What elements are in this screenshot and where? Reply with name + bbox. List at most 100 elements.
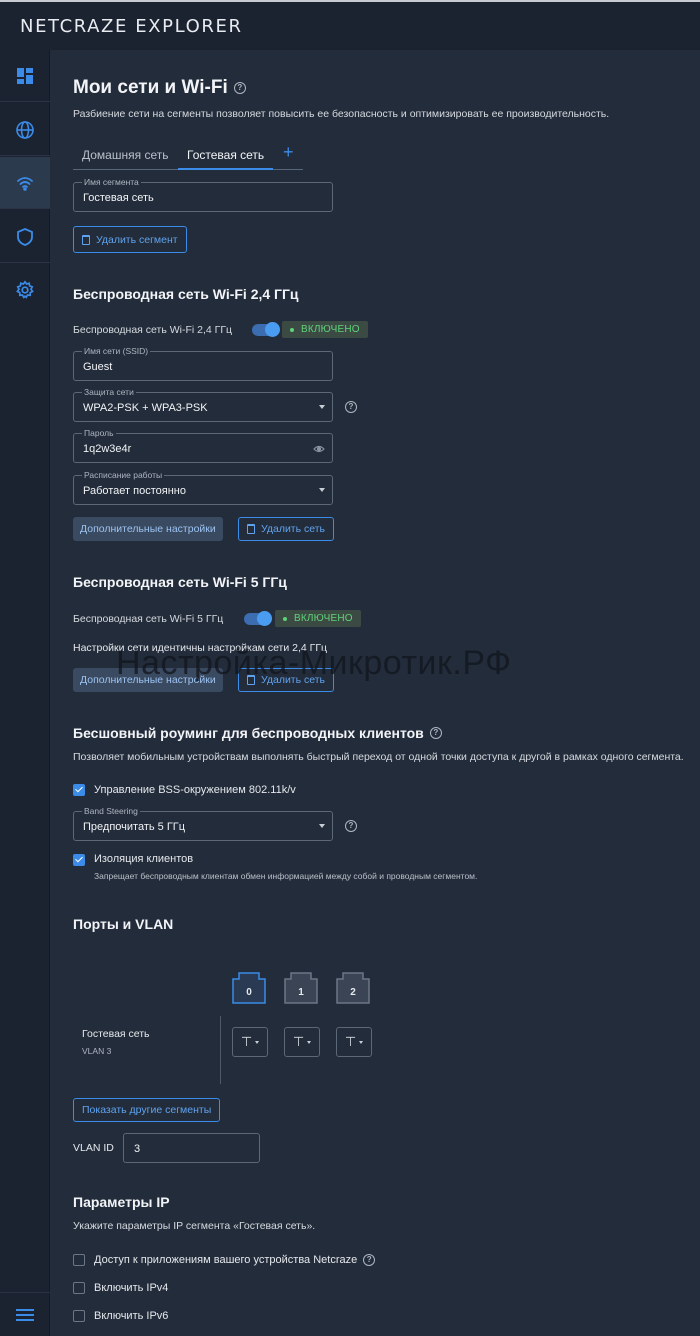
- trash-icon: [247, 524, 255, 534]
- bss-checkbox[interactable]: [73, 784, 85, 796]
- band-steering-help-icon[interactable]: ?: [345, 820, 357, 832]
- wifi24-toggle-label: Беспроводная сеть Wi-Fi 2,4 ГГц: [73, 324, 233, 336]
- page-title-text: Мои сети и Wi-Fi: [73, 77, 228, 98]
- password-field[interactable]: Пароль 1q2w3e4r: [73, 428, 333, 463]
- chevron-down-icon: [359, 1040, 364, 1044]
- ipv4-checkbox[interactable]: [73, 1282, 85, 1294]
- sidebar-item-wifi[interactable]: [0, 157, 50, 209]
- segment-name-value: Гостевая сеть: [83, 192, 154, 204]
- sidebar: [0, 50, 50, 1336]
- vlan-id-value: 3: [134, 1143, 141, 1155]
- segment-name-field[interactable]: Имя сегмента Гостевая сеть: [73, 177, 333, 212]
- chevron-down-icon: [255, 1040, 260, 1044]
- shield-icon: [17, 227, 33, 246]
- tag-icon: ⊤: [292, 1034, 305, 1049]
- port-2-label: 2: [350, 987, 356, 998]
- security-select[interactable]: Защита сети WPA2-PSK + WPA3-PSK: [73, 387, 333, 422]
- app-access-label: Доступ к приложениям вашего устройства N…: [94, 1254, 358, 1266]
- main-content: Мои сети и Wi-Fi ? Разбиение сети на сег…: [50, 50, 700, 1336]
- toggle-knob: [257, 611, 272, 626]
- port-1-tag-select[interactable]: ⊤: [284, 1027, 320, 1057]
- port-0[interactable]: 0: [230, 972, 268, 1004]
- port-1-label: 1: [298, 987, 304, 998]
- chevron-down-icon: [319, 824, 325, 828]
- ports-heading: Порты и VLAN: [73, 916, 174, 932]
- isolation-label: Изоляция клиентов: [94, 853, 194, 865]
- security-help-icon[interactable]: ?: [345, 401, 357, 413]
- show-other-segments-button[interactable]: Показать другие сегменты: [73, 1098, 221, 1122]
- roaming-help-icon[interactable]: ?: [429, 727, 442, 739]
- page-description: Разбиение сети на сегменты позволяет пов…: [73, 108, 610, 120]
- isolation-checkbox[interactable]: [73, 854, 85, 866]
- wifi5-status-badge: ВКЛЮЧЕНО: [275, 610, 361, 627]
- chevron-down-icon: [319, 488, 325, 492]
- app-access-checkbox[interactable]: [73, 1254, 85, 1266]
- tab-guest-network[interactable]: Гостевая сеть: [178, 146, 273, 170]
- eye-icon[interactable]: [313, 443, 325, 455]
- tag-icon: ⊤: [240, 1034, 253, 1049]
- schedule-label: Расписание работы: [82, 470, 165, 480]
- top-bar: NETCRAZE EXPLORER: [0, 0, 700, 50]
- chevron-down-icon: [307, 1040, 312, 1044]
- sidebar-menu-toggle[interactable]: [0, 1292, 50, 1336]
- delete-segment-button[interactable]: Удалить сегмент: [73, 226, 187, 253]
- wifi24-advanced-button[interactable]: Дополнительные настройки: [73, 517, 223, 541]
- bss-label: Управление BSS-окружением 802.11k/v: [94, 784, 296, 796]
- ip-heading: Параметры IP: [73, 1194, 170, 1210]
- band-steering-value: Предпочитать 5 ГГц: [83, 821, 186, 833]
- security-value: WPA2-PSK + WPA3-PSK: [83, 402, 208, 414]
- wifi24-toggle[interactable]: [252, 322, 280, 337]
- wifi24-status-text: ВКЛЮЧЕНО: [301, 324, 360, 335]
- isolation-description: Запрещает беспроводным клиентам обмен ин…: [94, 871, 478, 881]
- delete-segment-label: Удалить сегмент: [96, 233, 178, 246]
- vlan-id-input[interactable]: 3: [123, 1133, 260, 1163]
- wifi24-delete-button[interactable]: Удалить сеть: [238, 517, 335, 541]
- port-0-tag-select[interactable]: ⊤: [232, 1027, 268, 1057]
- wifi24-delete-label: Удалить сеть: [261, 523, 326, 535]
- globe-icon: [16, 120, 34, 139]
- port-2-tag-select[interactable]: ⊤: [336, 1027, 372, 1057]
- app-access-option: Доступ к приложениям вашего устройства N…: [94, 1254, 376, 1266]
- wifi5-status-text: ВКЛЮЧЕНО: [294, 613, 353, 624]
- segment-tabs: Домашняя сеть Гостевая сеть +: [73, 142, 303, 170]
- wifi5-same-settings: Настройки сети идентичны настройкам сети…: [73, 642, 328, 654]
- ports-segment-name: Гостевая сеть: [82, 1028, 150, 1040]
- ip-description: Укажите параметры IP сегмента «Гостевая …: [73, 1220, 316, 1232]
- sidebar-item-dashboard[interactable]: [0, 50, 50, 102]
- divider: [220, 1016, 221, 1084]
- add-segment-icon[interactable]: +: [283, 142, 294, 163]
- roaming-heading: Бесшовный роуминг для беспроводных клиен…: [73, 725, 442, 741]
- tab-home-network[interactable]: Домашняя сеть: [82, 146, 172, 170]
- port-2[interactable]: 2: [334, 972, 372, 1004]
- gear-icon: [16, 280, 34, 299]
- wifi24-heading: Беспроводная сеть Wi-Fi 2,4 ГГц: [73, 286, 299, 302]
- schedule-select[interactable]: Расписание работы Работает постоянно: [73, 470, 333, 505]
- wifi-icon: [17, 176, 33, 191]
- port-1[interactable]: 1: [282, 972, 320, 1004]
- sidebar-item-security[interactable]: [0, 211, 50, 263]
- wifi5-delete-label: Удалить сеть: [261, 674, 326, 686]
- wifi5-toggle[interactable]: [244, 611, 272, 626]
- ssid-value: Guest: [83, 361, 113, 373]
- toggle-knob: [265, 322, 280, 337]
- status-dot-icon: [290, 327, 294, 332]
- ssid-label: Имя сети (SSID): [82, 346, 151, 356]
- password-value: 1q2w3e4r: [83, 443, 132, 455]
- roaming-description: Позволяет мобильным устройствам выполнят…: [73, 751, 684, 763]
- wifi5-heading: Беспроводная сеть Wi-Fi 5 ГГц: [73, 574, 287, 590]
- schedule-value: Работает постоянно: [83, 485, 186, 497]
- ssid-field[interactable]: Имя сети (SSID) Guest: [73, 346, 333, 381]
- sidebar-item-internet[interactable]: [0, 104, 50, 156]
- trash-icon: [247, 675, 255, 685]
- band-steering-select[interactable]: Band Steering Предпочитать 5 ГГц: [73, 806, 333, 841]
- ipv6-checkbox[interactable]: [73, 1310, 85, 1322]
- wifi5-advanced-button[interactable]: Дополнительные настройки: [73, 668, 223, 692]
- status-dot-icon: [283, 616, 287, 621]
- help-icon[interactable]: ?: [233, 82, 246, 94]
- wifi5-delete-button[interactable]: Удалить сеть: [238, 668, 335, 692]
- chevron-down-icon: [319, 405, 325, 409]
- app-access-help-icon[interactable]: ?: [363, 1254, 376, 1266]
- sidebar-item-settings[interactable]: [0, 264, 50, 316]
- roaming-heading-text: Бесшовный роуминг для беспроводных клиен…: [73, 725, 424, 741]
- security-label: Защита сети: [82, 387, 136, 397]
